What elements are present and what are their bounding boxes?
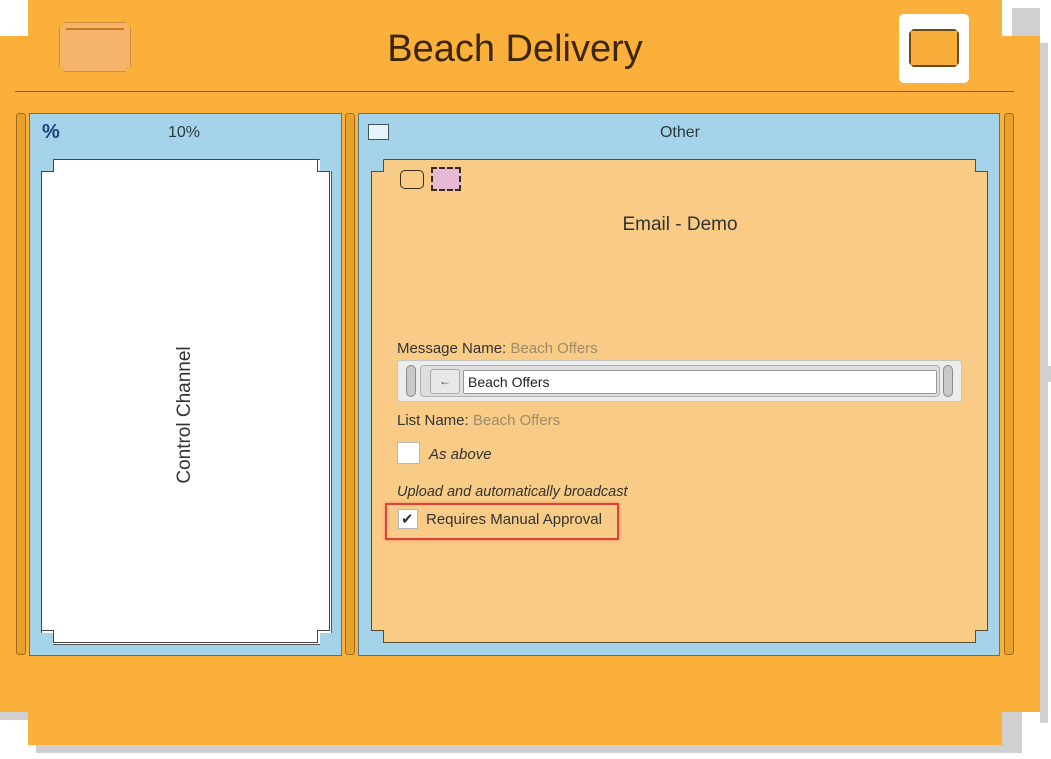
- manual-approval-highlight: [385, 503, 619, 540]
- list-name-label: List Name:: [397, 412, 469, 429]
- list-name-value: Beach Offers: [472, 412, 561, 429]
- as-above-label: As above: [429, 446, 492, 463]
- message-shape-icon[interactable]: [400, 170, 424, 189]
- message-name-row: Message Name: Beach Offers: [397, 340, 598, 357]
- left-rail[interactable]: [16, 113, 26, 655]
- message-name-value: Beach Offers: [510, 340, 598, 357]
- window-toggle-button[interactable]: [899, 14, 969, 83]
- middle-rail[interactable]: [345, 113, 355, 655]
- window-icon: [909, 29, 959, 67]
- page-title: Beach Delivery: [387, 28, 643, 70]
- input-left-cap: [406, 365, 416, 397]
- list-name-row: List Name: Beach Offers: [397, 412, 560, 429]
- input-right-cap: [943, 365, 953, 397]
- control-channel-label: Control Channel: [174, 346, 195, 484]
- percent-icon: %: [42, 121, 60, 143]
- folder-icon[interactable]: [59, 22, 131, 72]
- header-divider: [15, 91, 1014, 92]
- as-above-checkbox[interactable]: [397, 442, 420, 464]
- frame-shadow-bottom: [36, 745, 1012, 753]
- split-percentage[interactable]: 10%: [168, 124, 200, 142]
- frame-shadow-bottom-right: [1002, 712, 1022, 753]
- back-arrow-icon[interactable]: ←: [430, 369, 460, 394]
- message-name-label: Message Name:: [397, 340, 507, 357]
- frame-shadow-right-edge: [1040, 43, 1048, 723]
- frame-shadow-left-bottom: [0, 712, 28, 720]
- other-label: Other: [659, 124, 700, 141]
- right-rail[interactable]: [1004, 113, 1014, 655]
- upload-label: Upload and automatically broadcast: [397, 484, 628, 500]
- message-name-control: ←: [397, 360, 962, 402]
- message-name-input[interactable]: [463, 370, 937, 394]
- selection-icon[interactable]: [431, 167, 461, 191]
- frame-shadow-right-handle: [1042, 366, 1051, 382]
- panel-window-icon[interactable]: [368, 124, 389, 140]
- email-title: Email - Demo: [622, 214, 738, 235]
